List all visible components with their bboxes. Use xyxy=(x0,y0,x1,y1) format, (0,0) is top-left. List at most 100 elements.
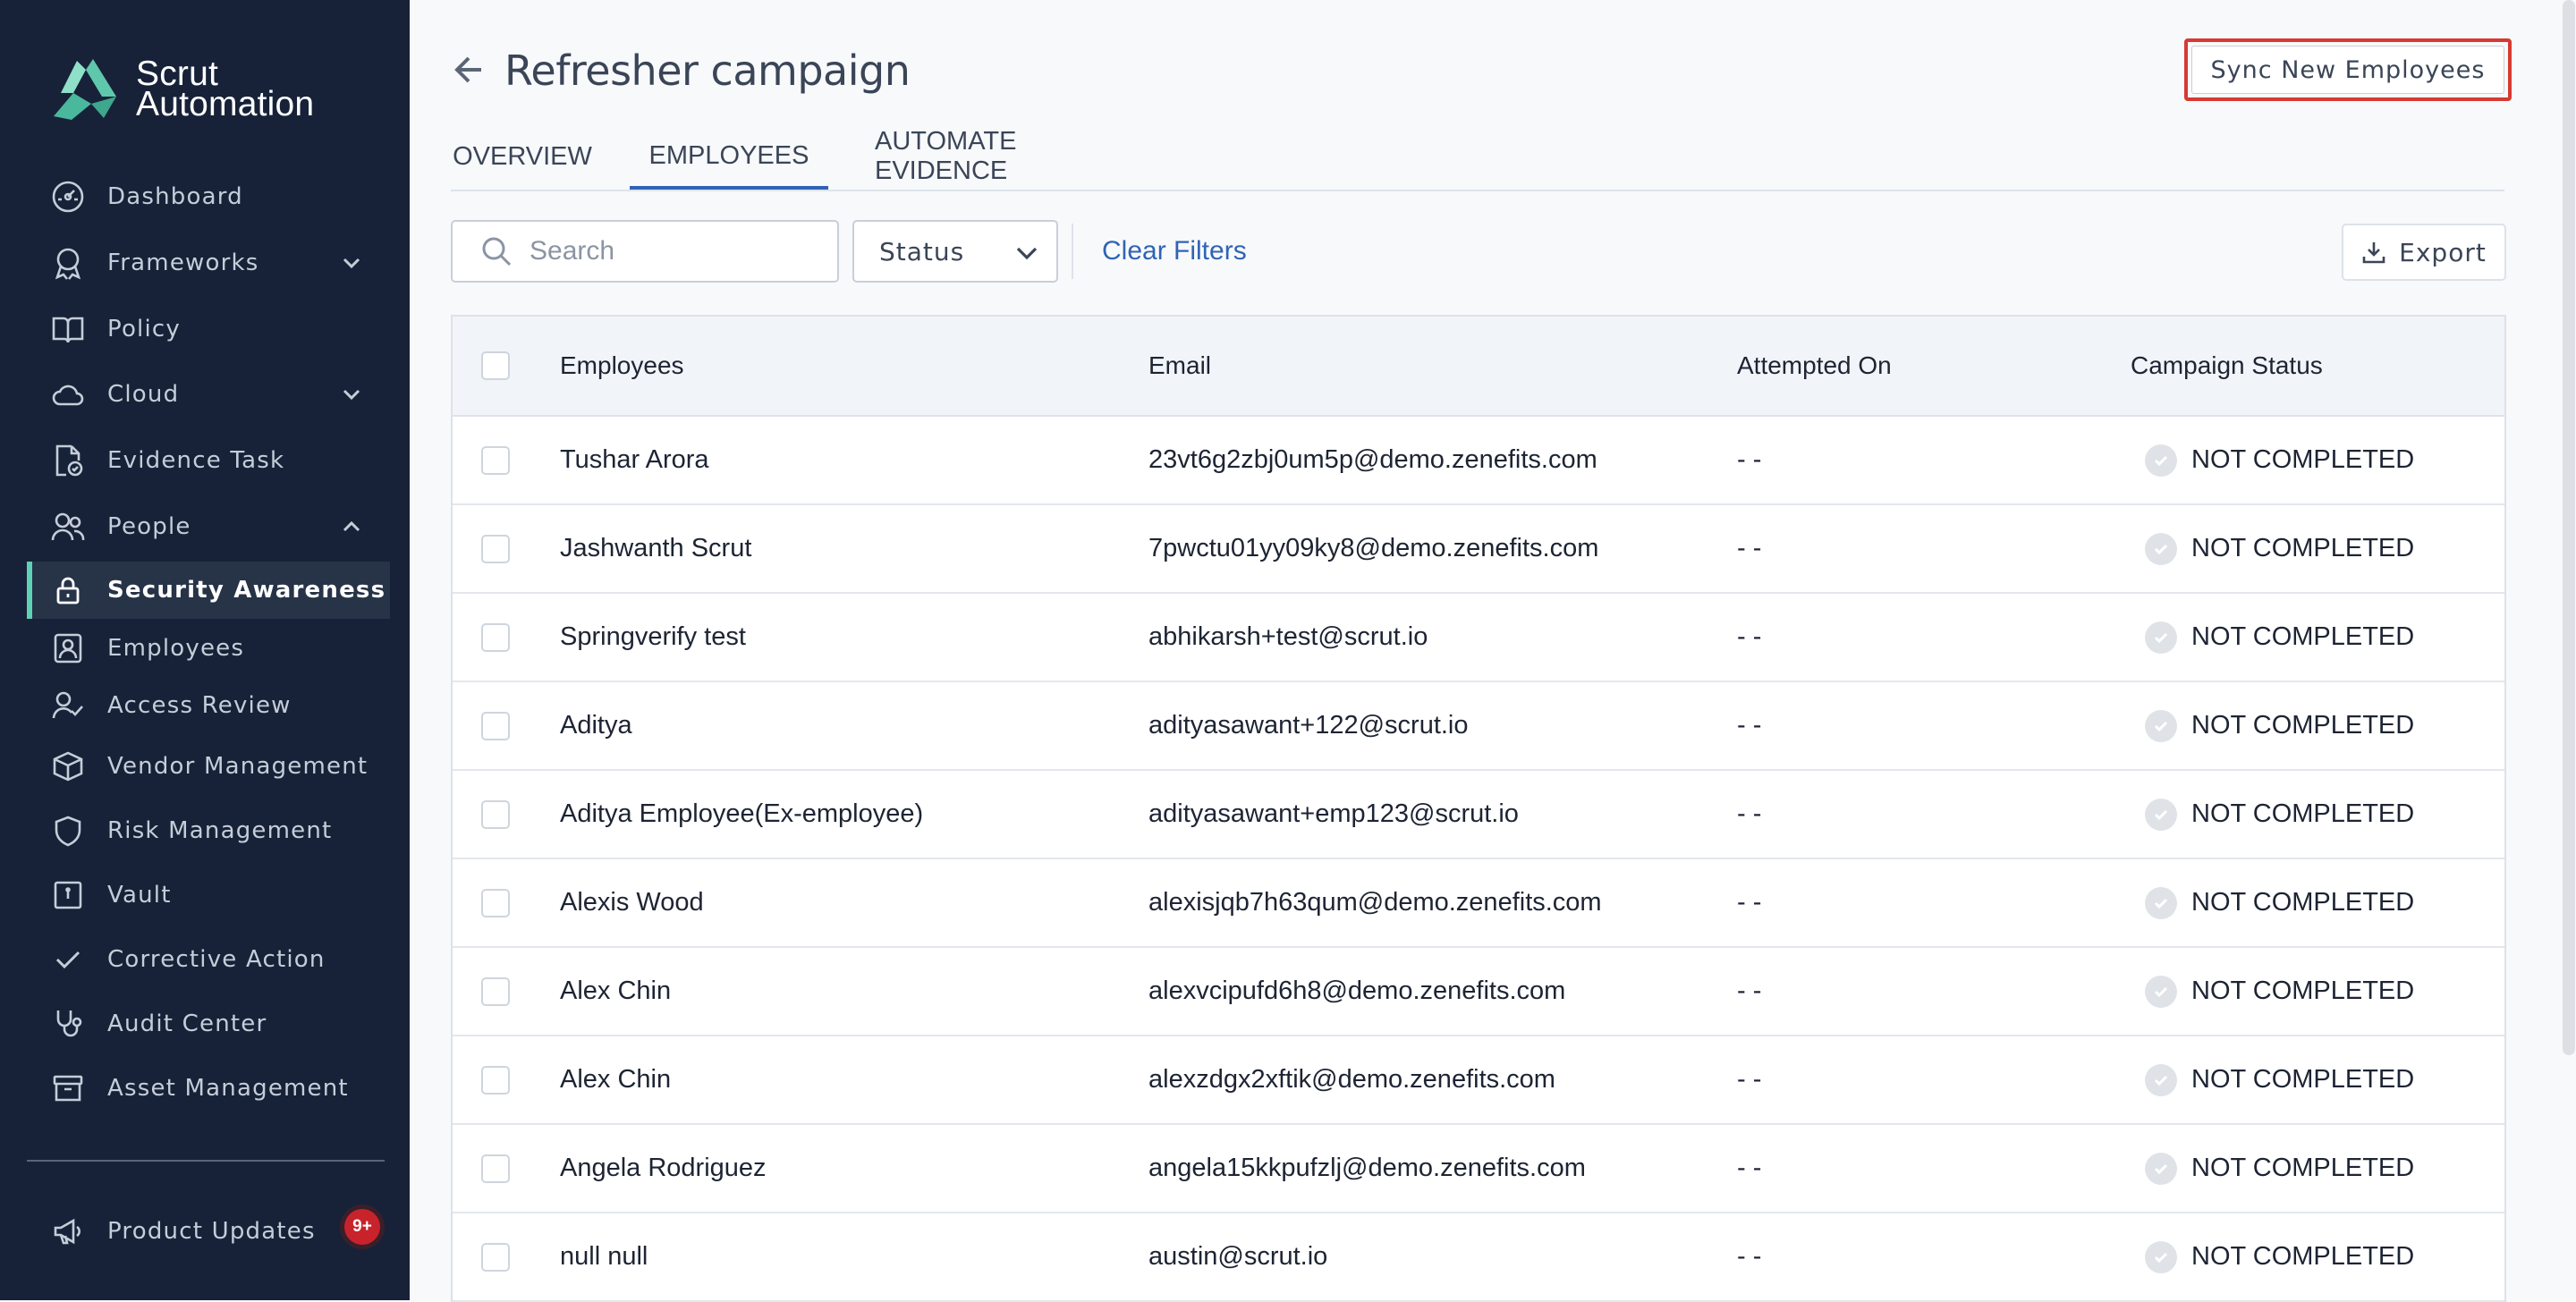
status-text: NOT COMPLETED xyxy=(2191,445,2415,474)
shield-icon xyxy=(48,811,88,850)
employee-name: Tushar Arora xyxy=(560,445,709,474)
employee-name: Aditya Employee(Ex-employee) xyxy=(560,799,924,828)
row-checkbox[interactable] xyxy=(481,445,510,475)
award-icon xyxy=(48,243,88,283)
page-title: Refresher campaign xyxy=(504,46,911,95)
employee-name: Jashwanth Scrut xyxy=(560,534,752,562)
employee-email: adityasawant+emp123@scrut.io xyxy=(1148,799,1519,828)
sidebar-item-people[interactable]: People xyxy=(27,499,385,554)
chevron-down-icon xyxy=(1016,247,1038,260)
scrut-logo-icon xyxy=(54,59,116,120)
sidebar-item-dashboard[interactable]: Dashboard xyxy=(27,169,385,224)
attempted-on: - - xyxy=(1737,888,1762,917)
status-text: NOT COMPLETED xyxy=(2191,1242,2415,1271)
check-circle-icon xyxy=(2145,886,2177,919)
attempted-on: - - xyxy=(1737,534,1762,562)
select-all-checkbox[interactable] xyxy=(481,351,510,380)
campaign-status: NOT COMPLETED xyxy=(2145,594,2414,681)
row-checkbox[interactable] xyxy=(481,976,510,1006)
column-header-employees[interactable]: Employees xyxy=(560,317,684,415)
sidebar-item-risk-management[interactable]: Risk Management xyxy=(27,803,385,858)
search-input[interactable] xyxy=(528,235,818,267)
sync-new-employees-button[interactable]: Sync New Employees xyxy=(2191,46,2504,94)
campaign-status: NOT COMPLETED xyxy=(2145,682,2414,769)
sidebar-item-evidence-task[interactable]: Evidence Task xyxy=(27,433,385,488)
sidebar-item-cloud[interactable]: Cloud xyxy=(27,367,385,422)
sidebar-item-vendor-management[interactable]: Vendor Management xyxy=(27,739,385,794)
status-filter-dropdown[interactable]: Status xyxy=(852,220,1058,283)
export-label: Export xyxy=(2399,237,2487,267)
search-box xyxy=(451,220,839,283)
table-row[interactable]: Alex Chin alexvcipufd6h8@demo.zenefits.co… xyxy=(453,948,2504,1036)
check-circle-icon xyxy=(2145,1152,2177,1185)
table-body: Tushar Arora 23vt6g2zbj0um5p@demo.zenefit… xyxy=(453,417,2504,1302)
sidebar-item-policy[interactable]: Policy xyxy=(27,301,385,357)
app-logo[interactable]: Scrut Automation xyxy=(50,56,315,123)
status-text: NOT COMPLETED xyxy=(2191,534,2415,562)
table-row[interactable]: Aditya Employee(Ex-employee) adityasawant… xyxy=(453,771,2504,859)
chevron-down-icon xyxy=(343,389,360,401)
table-header: Employees Email Attempted On Campaign St… xyxy=(453,317,2504,417)
app-name-line2: Automation xyxy=(136,85,315,123)
employee-name: null null xyxy=(560,1242,648,1271)
campaign-status: NOT COMPLETED xyxy=(2145,1213,2414,1300)
table-row[interactable]: Jashwanth Scrut 7pwctu01yy09ky8@demo.zene… xyxy=(453,505,2504,594)
attempted-on: - - xyxy=(1737,622,1762,651)
row-checkbox[interactable] xyxy=(481,799,510,829)
table-row[interactable]: Aditya adityasawant+122@scrut.io - - NOT CO… xyxy=(453,682,2504,771)
sidebar-item-frameworks[interactable]: Frameworks xyxy=(27,235,385,291)
row-checkbox[interactable] xyxy=(481,888,510,917)
column-header-campaign-status[interactable]: Campaign Status xyxy=(2131,317,2323,415)
sidebar-item-employees[interactable]: Employees xyxy=(27,621,385,676)
row-checkbox[interactable] xyxy=(481,1065,510,1095)
tab-automate-evidence[interactable]: AUTOMATE EVIDENCE xyxy=(875,125,1134,188)
status-text: NOT COMPLETED xyxy=(2191,888,2415,917)
row-checkbox[interactable] xyxy=(481,1154,510,1183)
check-circle-icon xyxy=(2145,975,2177,1008)
attempted-on: - - xyxy=(1737,445,1762,474)
export-button[interactable]: Export xyxy=(2342,224,2506,281)
clear-filters-link[interactable]: Clear Filters xyxy=(1102,236,1247,266)
status-text: NOT COMPLETED xyxy=(2191,622,2415,651)
tab-employees[interactable]: EMPLOYEES xyxy=(630,125,828,190)
row-checkbox[interactable] xyxy=(481,711,510,740)
sidebar-item-security-awareness[interactable]: Security Awareness xyxy=(27,562,390,619)
attempted-on: - - xyxy=(1737,1154,1762,1182)
page-scrollbar[interactable] xyxy=(2563,0,2575,1055)
sidebar-item-asset-management[interactable]: Asset Management xyxy=(27,1061,385,1116)
sidebar-item-access-review[interactable]: Access Review xyxy=(27,678,385,733)
employee-email: alexvcipufd6h8@demo.zenefits.com xyxy=(1148,976,1566,1005)
employee-email: alexzdgx2xftik@demo.zenefits.com xyxy=(1148,1065,1555,1094)
column-header-email[interactable]: Email xyxy=(1148,317,1211,415)
row-checkbox[interactable] xyxy=(481,534,510,563)
search-icon xyxy=(482,237,512,266)
dashboard-icon xyxy=(48,177,88,216)
employee-email: alexisjqb7h63qum@demo.zenefits.com xyxy=(1148,888,1602,917)
sidebar-item-corrective-action[interactable]: Corrective Action xyxy=(27,932,385,987)
book-icon xyxy=(48,309,88,349)
table-row[interactable]: Tushar Arora 23vt6g2zbj0um5p@demo.zenefit… xyxy=(453,417,2504,505)
check-icon xyxy=(48,940,88,979)
attempted-on: - - xyxy=(1737,711,1762,740)
table-row[interactable]: Angela Rodriguez angela15kkpufzlj@demo.ze… xyxy=(453,1125,2504,1213)
column-header-attempted-on[interactable]: Attempted On xyxy=(1737,317,1892,415)
campaign-status: NOT COMPLETED xyxy=(2145,1125,2414,1212)
sidebar-item-audit-center[interactable]: Audit Center xyxy=(27,996,385,1052)
product-updates-button[interactable]: Product Updates xyxy=(27,1204,385,1259)
table-row[interactable]: null null austin@scrut.io - - NOT COMPLETED xyxy=(453,1213,2504,1302)
back-button[interactable] xyxy=(451,52,487,92)
employee-email: adityasawant+122@scrut.io xyxy=(1148,711,1469,740)
employee-name: Springverify test xyxy=(560,622,746,651)
row-checkbox[interactable] xyxy=(481,1242,510,1272)
table-row[interactable]: Alex Chin alexzdgx2xftik@demo.zenefits.co… xyxy=(453,1036,2504,1125)
status-filter-label: Status xyxy=(879,236,965,266)
campaign-status: NOT COMPLETED xyxy=(2145,505,2414,592)
table-row[interactable]: Alexis Wood alexisjqb7h63qum@demo.zenefit… xyxy=(453,859,2504,948)
sidebar-item-vault[interactable]: Vault xyxy=(27,867,385,923)
row-checkbox[interactable] xyxy=(481,622,510,652)
tab-overview[interactable]: OVERVIEW xyxy=(451,125,594,188)
employee-name: Angela Rodriguez xyxy=(560,1154,767,1182)
campaign-status: NOT COMPLETED xyxy=(2145,948,2414,1035)
table-row[interactable]: Springverify test abhikarsh+test@scrut.io… xyxy=(453,594,2504,682)
cloud-icon xyxy=(48,375,88,414)
